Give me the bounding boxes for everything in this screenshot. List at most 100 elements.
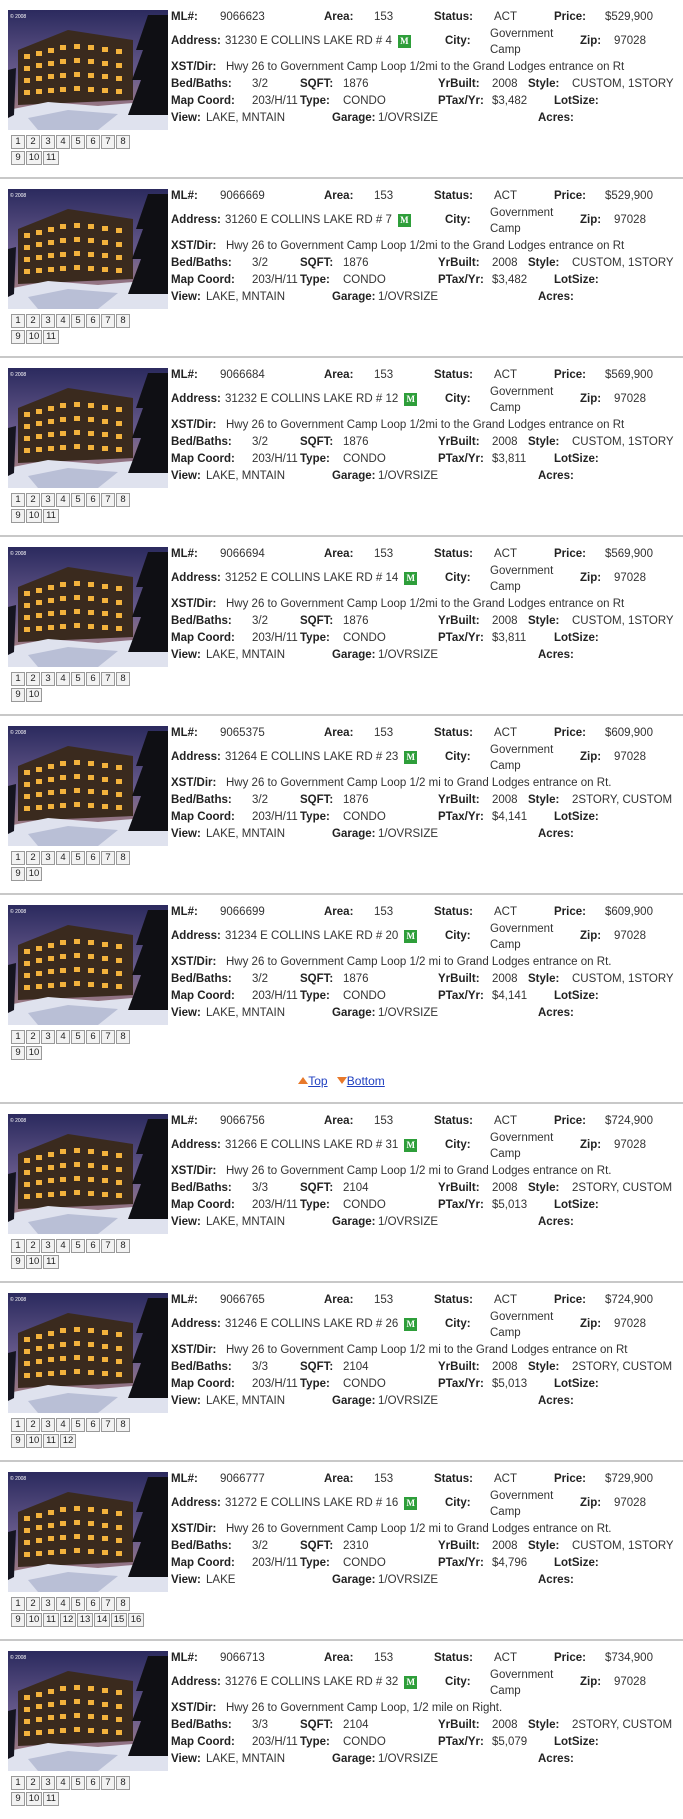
photo-thumbnail-1[interactable]: 1 <box>11 493 25 507</box>
photo-thumbnail-8[interactable]: 8 <box>116 1418 130 1432</box>
photo-thumbnail-9[interactable]: 9 <box>11 1792 25 1806</box>
photo-thumbnail-3[interactable]: 3 <box>41 493 55 507</box>
photo-thumbnail-8[interactable]: 8 <box>116 1030 130 1044</box>
photo-thumbnail-12[interactable]: 12 <box>60 1434 76 1448</box>
photo-thumbnail-4[interactable]: 4 <box>56 493 70 507</box>
photo-thumbnail-3[interactable]: 3 <box>41 314 55 328</box>
map-badge-icon[interactable]: M <box>404 393 418 406</box>
listing-photo[interactable]: © 2008 <box>8 10 168 130</box>
photo-thumbnail-1[interactable]: 1 <box>11 1030 25 1044</box>
photo-thumbnail-10[interactable]: 10 <box>26 1434 42 1448</box>
photo-thumbnail-6[interactable]: 6 <box>86 1597 100 1611</box>
photo-thumbnail-5[interactable]: 5 <box>71 1418 85 1432</box>
map-badge-icon[interactable]: M <box>404 1497 418 1510</box>
photo-thumbnail-10[interactable]: 10 <box>26 1046 42 1060</box>
photo-thumbnail-3[interactable]: 3 <box>41 1239 55 1253</box>
photo-thumbnail-11[interactable]: 11 <box>43 1434 59 1448</box>
photo-thumbnail-10[interactable]: 10 <box>26 1792 42 1806</box>
photo-thumbnail-7[interactable]: 7 <box>101 314 115 328</box>
photo-thumbnail-7[interactable]: 7 <box>101 672 115 686</box>
photo-thumbnail-4[interactable]: 4 <box>56 314 70 328</box>
photo-thumbnail-4[interactable]: 4 <box>56 1418 70 1432</box>
map-badge-icon[interactable]: M <box>404 572 418 585</box>
photo-thumbnail-9[interactable]: 9 <box>11 151 25 165</box>
photo-thumbnail-5[interactable]: 5 <box>71 851 85 865</box>
photo-thumbnail-3[interactable]: 3 <box>41 1418 55 1432</box>
photo-thumbnail-1[interactable]: 1 <box>11 851 25 865</box>
photo-thumbnail-8[interactable]: 8 <box>116 1776 130 1790</box>
photo-thumbnail-2[interactable]: 2 <box>26 493 40 507</box>
map-badge-icon[interactable]: M <box>404 930 418 943</box>
photo-thumbnail-10[interactable]: 10 <box>26 867 42 881</box>
photo-thumbnail-6[interactable]: 6 <box>86 314 100 328</box>
photo-thumbnail-10[interactable]: 10 <box>26 509 42 523</box>
map-badge-icon[interactable]: M <box>404 1318 418 1331</box>
listing-photo[interactable]: © 2008 <box>8 368 168 488</box>
photo-thumbnail-8[interactable]: 8 <box>116 672 130 686</box>
photo-thumbnail-11[interactable]: 11 <box>43 509 59 523</box>
photo-thumbnail-9[interactable]: 9 <box>11 1613 25 1627</box>
photo-thumbnail-1[interactable]: 1 <box>11 135 25 149</box>
photo-thumbnail-6[interactable]: 6 <box>86 672 100 686</box>
photo-thumbnail-16[interactable]: 16 <box>128 1613 144 1627</box>
photo-thumbnail-6[interactable]: 6 <box>86 851 100 865</box>
photo-thumbnail-7[interactable]: 7 <box>101 851 115 865</box>
photo-thumbnail-7[interactable]: 7 <box>101 1597 115 1611</box>
photo-thumbnail-6[interactable]: 6 <box>86 493 100 507</box>
photo-thumbnail-11[interactable]: 11 <box>43 1255 59 1269</box>
photo-thumbnail-9[interactable]: 9 <box>11 1046 25 1060</box>
photo-thumbnail-10[interactable]: 10 <box>26 1255 42 1269</box>
photo-thumbnail-6[interactable]: 6 <box>86 1239 100 1253</box>
photo-thumbnail-1[interactable]: 1 <box>11 1776 25 1790</box>
photo-thumbnail-5[interactable]: 5 <box>71 493 85 507</box>
photo-thumbnail-3[interactable]: 3 <box>41 1776 55 1790</box>
photo-thumbnail-5[interactable]: 5 <box>71 314 85 328</box>
map-badge-icon[interactable]: M <box>397 35 411 48</box>
photo-thumbnail-9[interactable]: 9 <box>11 330 25 344</box>
photo-thumbnail-2[interactable]: 2 <box>26 1597 40 1611</box>
photo-thumbnail-2[interactable]: 2 <box>26 135 40 149</box>
photo-thumbnail-4[interactable]: 4 <box>56 135 70 149</box>
photo-thumbnail-4[interactable]: 4 <box>56 1776 70 1790</box>
photo-thumbnail-5[interactable]: 5 <box>71 135 85 149</box>
map-badge-icon[interactable]: M <box>404 1676 418 1689</box>
photo-thumbnail-11[interactable]: 11 <box>43 330 59 344</box>
photo-thumbnail-12[interactable]: 12 <box>60 1613 76 1627</box>
photo-thumbnail-2[interactable]: 2 <box>26 1418 40 1432</box>
listing-photo[interactable]: © 2008 <box>8 1114 168 1234</box>
listing-photo[interactable]: © 2008 <box>8 1472 168 1592</box>
photo-thumbnail-7[interactable]: 7 <box>101 1030 115 1044</box>
photo-thumbnail-4[interactable]: 4 <box>56 1030 70 1044</box>
photo-thumbnail-11[interactable]: 11 <box>43 151 59 165</box>
photo-thumbnail-10[interactable]: 10 <box>26 1613 42 1627</box>
photo-thumbnail-13[interactable]: 13 <box>77 1613 93 1627</box>
photo-thumbnail-7[interactable]: 7 <box>101 493 115 507</box>
bottom-link[interactable]: Bottom <box>347 1074 385 1088</box>
photo-thumbnail-10[interactable]: 10 <box>26 151 42 165</box>
photo-thumbnail-9[interactable]: 9 <box>11 1434 25 1448</box>
photo-thumbnail-15[interactable]: 15 <box>111 1613 127 1627</box>
photo-thumbnail-11[interactable]: 11 <box>43 1792 59 1806</box>
photo-thumbnail-14[interactable]: 14 <box>94 1613 110 1627</box>
photo-thumbnail-5[interactable]: 5 <box>71 1597 85 1611</box>
listing-photo[interactable]: © 2008 <box>8 189 168 309</box>
photo-thumbnail-1[interactable]: 1 <box>11 1239 25 1253</box>
photo-thumbnail-9[interactable]: 9 <box>11 867 25 881</box>
photo-thumbnail-9[interactable]: 9 <box>11 1255 25 1269</box>
photo-thumbnail-1[interactable]: 1 <box>11 1418 25 1432</box>
photo-thumbnail-4[interactable]: 4 <box>56 851 70 865</box>
listing-photo[interactable]: © 2008 <box>8 547 168 667</box>
photo-thumbnail-11[interactable]: 11 <box>43 1613 59 1627</box>
photo-thumbnail-3[interactable]: 3 <box>41 851 55 865</box>
top-link[interactable]: Top <box>308 1074 327 1088</box>
map-badge-icon[interactable]: M <box>404 751 418 764</box>
photo-thumbnail-7[interactable]: 7 <box>101 1239 115 1253</box>
photo-thumbnail-4[interactable]: 4 <box>56 1597 70 1611</box>
photo-thumbnail-8[interactable]: 8 <box>116 1239 130 1253</box>
photo-thumbnail-8[interactable]: 8 <box>116 135 130 149</box>
listing-photo[interactable]: © 2008 <box>8 1651 168 1771</box>
photo-thumbnail-6[interactable]: 6 <box>86 135 100 149</box>
listing-photo[interactable]: © 2008 <box>8 905 168 1025</box>
photo-thumbnail-2[interactable]: 2 <box>26 851 40 865</box>
listing-photo[interactable]: © 2008 <box>8 1293 168 1413</box>
